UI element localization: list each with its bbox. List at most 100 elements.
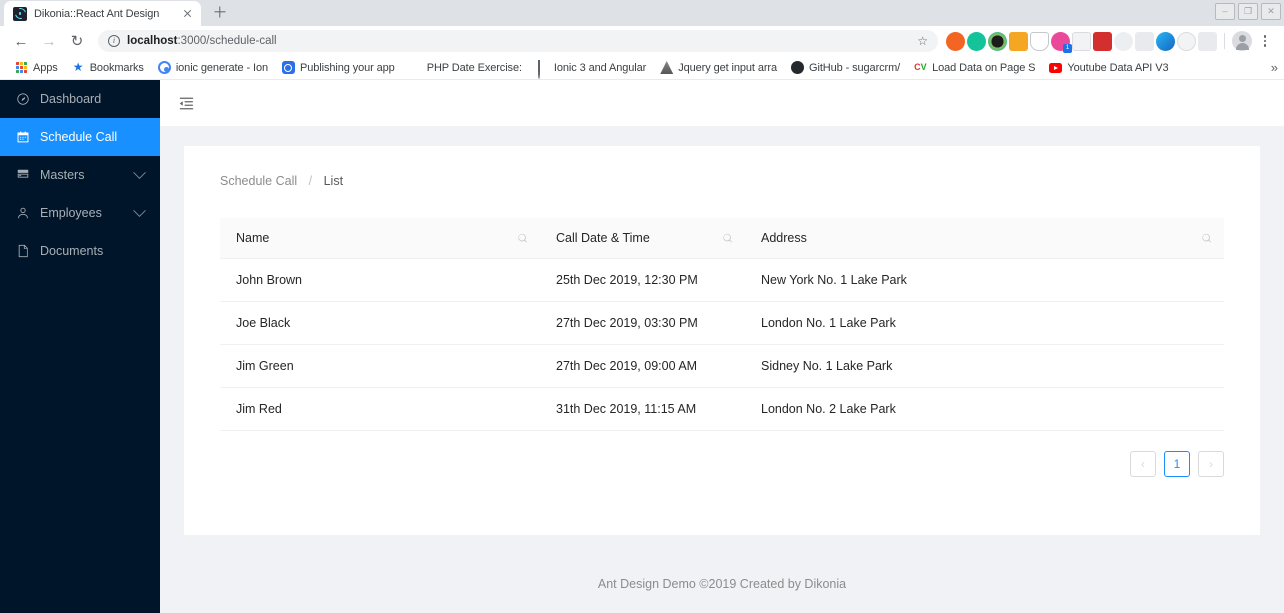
- sidebar-item-masters[interactable]: Masters: [0, 156, 160, 194]
- bookmark-label: GitHub - sugarcrm/: [809, 61, 901, 74]
- address-bar[interactable]: i localhost:3000/schedule-call ☆: [98, 30, 938, 52]
- minimize-icon: –: [1222, 6, 1228, 16]
- grammarly-icon[interactable]: [967, 31, 986, 51]
- url-text: localhost:3000/schedule-call: [127, 35, 910, 47]
- restore-button[interactable]: ❐: [1238, 3, 1258, 20]
- calendar-icon: [16, 130, 30, 144]
- extension-pink-icon[interactable]: 1: [1051, 31, 1072, 53]
- bookmark-label: Bookmarks: [89, 61, 144, 74]
- browser-toolbar: ← → ↻ i localhost:3000/schedule-call ☆ 1: [0, 26, 1284, 56]
- pagination-next-button[interactable]: ›: [1198, 451, 1224, 477]
- extension-orange-square-icon[interactable]: [1009, 31, 1028, 51]
- bookmark-ionic-generate[interactable]: ionic generate - Ion: [151, 61, 275, 74]
- eyedropper-icon[interactable]: [1156, 31, 1175, 51]
- table-row[interactable]: Jim Green 27th Dec 2019, 09:00 AM Sidney…: [220, 344, 1224, 388]
- bookmark-youtube-data-api[interactable]: Youtube Data API V3: [1042, 61, 1175, 74]
- content-card: Schedule Call / List Name Call Date & Ti…: [184, 146, 1260, 535]
- url-host: localhost: [127, 35, 178, 47]
- back-button[interactable]: ←: [8, 28, 34, 54]
- search-icon[interactable]: [722, 233, 733, 244]
- bookmark-label: Youtube Data API V3: [1067, 61, 1169, 74]
- clock-icon[interactable]: [1177, 31, 1196, 51]
- user-icon: [16, 206, 30, 220]
- github-icon: [791, 61, 805, 74]
- extension-train-icon[interactable]: [1198, 31, 1217, 51]
- pagination-prev-button[interactable]: ‹: [1130, 451, 1156, 477]
- database-icon: [16, 168, 30, 182]
- cell-name: Joe Black: [220, 301, 540, 345]
- cell-address: London No. 1 Lake Park: [745, 301, 1224, 345]
- sidebar: Dashboard Schedule Call Masters Employee…: [0, 80, 160, 613]
- bookmark-apps[interactable]: Apps: [8, 61, 65, 74]
- site-info-icon[interactable]: i: [108, 35, 120, 47]
- column-label: Address: [761, 231, 807, 245]
- main-area: Schedule Call / List Name Call Date & Ti…: [160, 80, 1284, 613]
- app-layout: Dashboard Schedule Call Masters Employee…: [0, 80, 1284, 613]
- camera-icon[interactable]: [1072, 31, 1091, 51]
- bookmark-star-icon[interactable]: ☆: [917, 34, 928, 48]
- extensions-area: 1: [946, 30, 1276, 53]
- php-icon: [409, 61, 422, 74]
- bookmark-label: Apps: [33, 61, 58, 74]
- shield-icon[interactable]: [1030, 31, 1049, 51]
- bookmarks-overflow-button[interactable]: »: [1271, 60, 1278, 75]
- cell-date: 31th Dec 2019, 11:15 AM: [540, 387, 745, 431]
- extension-badge: 1: [1063, 43, 1072, 53]
- app-header: [160, 80, 1284, 126]
- cell-address: New York No. 1 Lake Park: [745, 258, 1224, 302]
- dashboard-icon: [16, 92, 30, 106]
- bookmark-github-sugarcrm[interactable]: GitHub - sugarcrm/: [784, 61, 907, 74]
- close-window-button[interactable]: ✕: [1261, 3, 1281, 20]
- column-header-address: Address: [745, 218, 1224, 259]
- bookmark-publishing-your-app[interactable]: Publishing your app: [275, 61, 402, 74]
- sidebar-item-label: Schedule Call: [40, 130, 118, 144]
- ionic-square-icon: [281, 61, 295, 74]
- table-row[interactable]: Jim Red 31th Dec 2019, 11:15 AM London N…: [220, 387, 1224, 431]
- bookmark-label: PHP Date Exercise:: [426, 61, 522, 74]
- extension-dark-circle-icon[interactable]: [988, 31, 1007, 51]
- sidebar-item-dashboard[interactable]: Dashboard: [0, 80, 160, 118]
- bookmark-jquery-get-input[interactable]: Jquery get input arra: [653, 61, 784, 74]
- menu-fold-icon[interactable]: [176, 93, 196, 113]
- column-label: Name: [236, 231, 270, 245]
- forward-button[interactable]: →: [36, 28, 62, 54]
- cell-date: 27th Dec 2019, 09:00 AM: [540, 344, 745, 388]
- browser-menu-icon[interactable]: [1254, 30, 1276, 52]
- bookmark-load-data-on-page[interactable]: CV Load Data on Page S: [907, 61, 1042, 74]
- bookmark-ionic-3-angular[interactable]: Ionic 3 and Angular: [529, 60, 653, 79]
- profile-avatar[interactable]: [1232, 31, 1252, 51]
- bookmark-label: Ionic 3 and Angular: [553, 61, 647, 74]
- sidebar-item-documents[interactable]: Documents: [0, 232, 160, 270]
- sidebar-item-schedule-call[interactable]: Schedule Call: [0, 118, 160, 156]
- sidebar-item-label: Employees: [40, 206, 102, 220]
- table-header-row: Name Call Date & Time Address: [220, 218, 1224, 259]
- pagination-page-1[interactable]: 1: [1164, 451, 1190, 477]
- breadcrumb-parent[interactable]: Schedule Call: [220, 174, 297, 188]
- extension-gray-circle-icon[interactable]: [1114, 31, 1133, 51]
- bookmark-bookmarks[interactable]: ★ Bookmarks: [65, 61, 151, 74]
- table-row[interactable]: John Brown 25th Dec 2019, 12:30 PM New Y…: [220, 258, 1224, 302]
- sidebar-item-employees[interactable]: Employees: [0, 194, 160, 232]
- close-icon[interactable]: [180, 6, 195, 21]
- bookmarks-bar: Apps ★ Bookmarks ionic generate - Ion Pu…: [0, 56, 1284, 80]
- search-icon[interactable]: [517, 233, 528, 244]
- reload-button[interactable]: ↻: [64, 28, 90, 54]
- table-body: John Brown 25th Dec 2019, 12:30 PM New Y…: [220, 258, 1224, 431]
- cell-address: London No. 2 Lake Park: [745, 387, 1224, 431]
- bookmark-php-date-exercise[interactable]: PHP Date Exercise:: [402, 61, 529, 74]
- search-icon[interactable]: [1201, 233, 1212, 244]
- content-wrapper: Schedule Call / List Name Call Date & Ti…: [160, 126, 1284, 539]
- google-g-icon[interactable]: [1135, 31, 1154, 51]
- youtube-icon: [1049, 61, 1063, 74]
- cell-date: 27th Dec 2019, 03:30 PM: [540, 301, 745, 345]
- extension-orange-icon[interactable]: [946, 31, 965, 51]
- extension-red-icon[interactable]: [1093, 31, 1112, 51]
- cell-address: Sidney No. 1 Lake Park: [745, 344, 1224, 388]
- new-tab-button[interactable]: [207, 0, 233, 25]
- table-row[interactable]: Joe Black 27th Dec 2019, 03:30 PM London…: [220, 301, 1224, 345]
- bookmark-label: ionic generate - Ion: [175, 61, 268, 74]
- browser-tab[interactable]: Dikonia::React Ant Design: [4, 1, 201, 26]
- tab-title: Dikonia::React Ant Design: [34, 7, 160, 20]
- minimize-button[interactable]: –: [1215, 3, 1235, 20]
- app-footer: Ant Design Demo ©2019 Created by Dikonia: [597, 577, 847, 591]
